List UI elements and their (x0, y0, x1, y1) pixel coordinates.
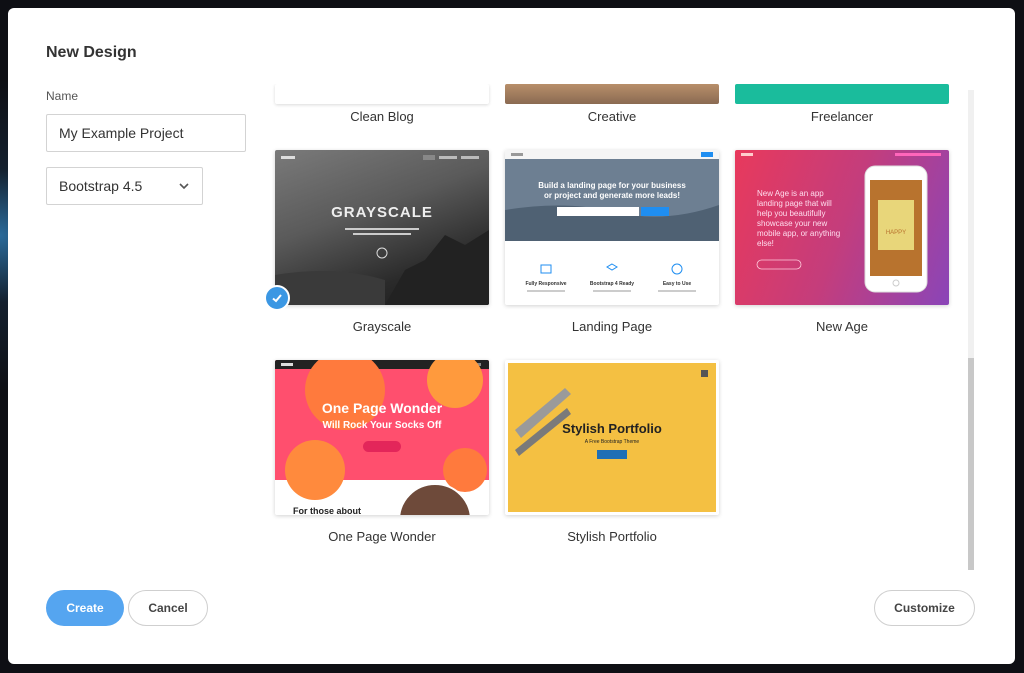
template-card-landing-page[interactable]: Build a landing page for your business o… (505, 150, 719, 334)
cancel-button[interactable]: Cancel (128, 590, 208, 626)
grayscale-heading: GRAYSCALE (331, 204, 433, 221)
one-page-wonder-thumbnail[interactable]: One Page Wonder Will Rock Your Socks Off… (275, 360, 489, 515)
template-label-one-page-wonder: One Page Wonder (328, 529, 436, 544)
template-card-stylish-portfolio[interactable]: Stylish Portfolio A Free Bootstrap Theme… (505, 360, 719, 544)
project-name-input[interactable] (46, 114, 246, 152)
template-label-clean-blog: Clean Blog (350, 109, 414, 124)
creative-thumbnail[interactable] (505, 84, 719, 104)
new-age-thumbnail[interactable]: New Age is an app landing page that will… (735, 150, 949, 305)
clean-blog-thumbnail[interactable] (275, 84, 489, 104)
newage-line-6: else! (757, 239, 774, 248)
stylish-portfolio-thumbnail[interactable]: Stylish Portfolio A Free Bootstrap Theme (505, 360, 719, 515)
template-label-stylish-portfolio: Stylish Portfolio (567, 529, 657, 544)
customize-button[interactable]: Customize (874, 590, 975, 626)
onepage-footer: For those about (293, 506, 361, 515)
template-label-grayscale: Grayscale (352, 319, 412, 334)
freelancer-thumbnail[interactable] (735, 84, 949, 104)
newage-phone-text: HAPPY (886, 230, 906, 236)
dialog-title: New Design (46, 44, 137, 61)
stylish-sub: A Free Bootstrap Theme (585, 439, 640, 445)
template-card-new-age[interactable]: New Age is an app landing page that will… (735, 150, 949, 334)
framework-select[interactable]: Bootstrap 4.5 (46, 167, 203, 205)
grayscale-thumbnail[interactable]: GRAYSCALE (275, 150, 489, 305)
landing-page-thumbnail[interactable]: Build a landing page for your business o… (505, 150, 719, 305)
template-label-freelancer: Freelancer (810, 109, 874, 124)
newage-line-5: mobile app, or anything (757, 229, 840, 238)
landing-heading-2: or project and generate more leads! (544, 191, 680, 200)
new-design-dialog: New Design Name Bootstrap 4.5 Clean Blog… (8, 8, 1015, 664)
landing-feature-1: Fully Responsive (525, 281, 566, 287)
create-button[interactable]: Create (46, 590, 124, 626)
landing-feature-3: Easy to Use (663, 281, 692, 287)
newage-line-1: New Age is an app (757, 189, 824, 198)
onepage-heading-1: One Page Wonder (322, 400, 443, 416)
template-grid: Clean Blog Creative Freelancer GRAYSCALE (248, 84, 976, 574)
landing-preview: Build a landing page for your business o… (505, 150, 719, 292)
template-card-grayscale[interactable]: GRAYSCALE Grayscale (275, 150, 489, 334)
grayscale-preview: GRAYSCALE (275, 155, 489, 305)
chevron-down-icon (179, 183, 189, 190)
selected-checkmark-icon (264, 285, 290, 311)
template-label-creative: Creative (587, 109, 637, 124)
newage-line-4: showcase your new (757, 219, 827, 228)
landing-heading-1: Build a landing page for your business (538, 181, 686, 190)
template-label-new-age: New Age (815, 319, 869, 334)
landing-feature-2: Bootstrap 4 Ready (590, 281, 634, 287)
newage-line-2: landing page that will (757, 199, 832, 208)
stylish-preview: Stylish Portfolio A Free Bootstrap Theme (513, 363, 713, 510)
framework-select-value: Bootstrap 4.5 (59, 178, 143, 194)
template-card-one-page-wonder[interactable]: One Page Wonder Will Rock Your Socks Off… (275, 360, 489, 544)
newage-preview: New Age is an app landing page that will… (741, 153, 941, 293)
template-label-landing-page: Landing Page (571, 319, 653, 334)
onepage-preview: One Page Wonder Will Rock Your Socks Off… (275, 360, 489, 515)
newage-line-3: help you beautifully (757, 209, 826, 218)
onepage-heading-2: Will Rock Your Socks Off (322, 420, 442, 431)
stylish-heading: Stylish Portfolio (562, 421, 662, 436)
name-label: Name (46, 89, 79, 103)
